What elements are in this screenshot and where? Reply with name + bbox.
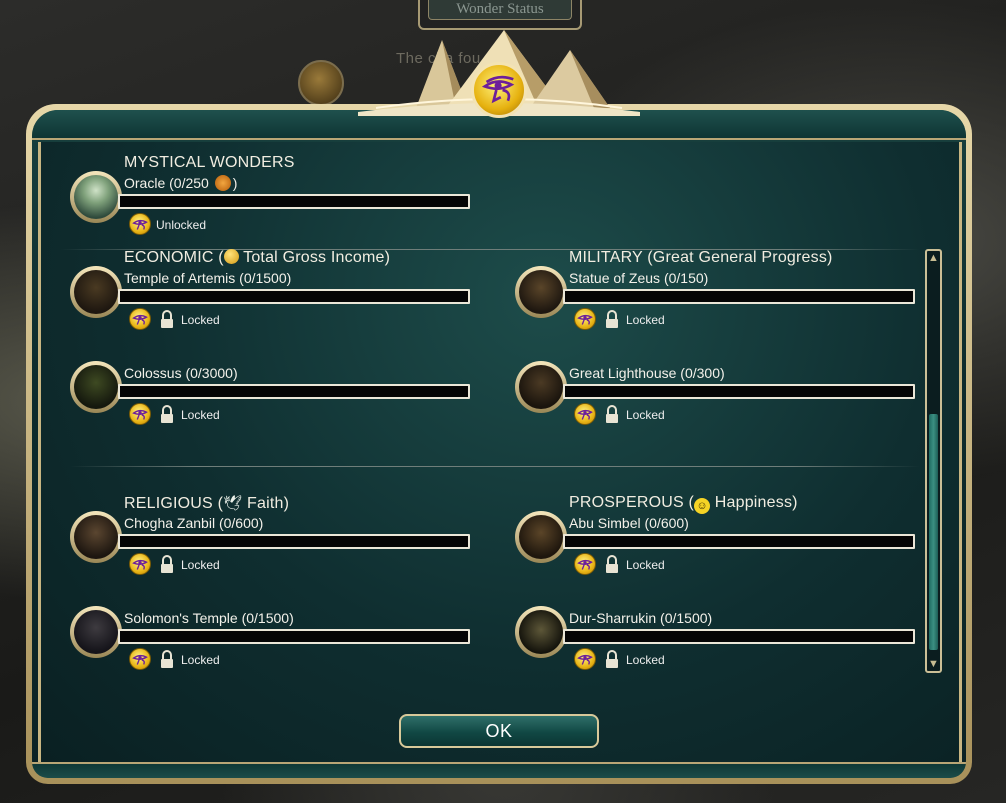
- religious-section-title: RELIGIOUS (🕊 Faith): [124, 495, 290, 512]
- dur-sharrukin-status: Locked: [626, 653, 665, 667]
- oracle-wonder-icon[interactable]: [70, 171, 122, 223]
- eye-of-horus-icon: [574, 648, 596, 670]
- colossus-progress-bar: [118, 384, 470, 399]
- eye-of-horus-icon: [129, 403, 151, 425]
- eye-of-horus-icon: [574, 553, 596, 575]
- lock-icon: [606, 310, 618, 328]
- great-lighthouse-icon[interactable]: [515, 361, 567, 413]
- eye-of-horus-icon: [574, 403, 596, 425]
- great-lighthouse-status: Locked: [626, 408, 665, 422]
- mystical-section-title: MYSTICAL WONDERS: [124, 154, 295, 171]
- dur-sharrukin-icon[interactable]: [515, 606, 567, 658]
- vertical-scrollbar[interactable]: ▲ ▼: [925, 249, 942, 673]
- statue-of-zeus-name: Statue of Zeus (0/150): [569, 270, 709, 286]
- lock-icon: [606, 555, 618, 573]
- statue-of-zeus-icon[interactable]: [515, 266, 567, 318]
- abu-simbel-status: Locked: [626, 558, 665, 572]
- statue-of-zeus-progress-bar: [563, 289, 915, 304]
- lock-icon: [606, 405, 618, 423]
- abu-simbel-icon[interactable]: [515, 511, 567, 563]
- lock-icon: [161, 310, 173, 328]
- colossus-status: Locked: [181, 408, 220, 422]
- temple-of-artemis-progress-bar: [118, 289, 470, 304]
- dialog-content: [38, 142, 962, 762]
- eye-of-horus-icon: [574, 308, 596, 330]
- lock-icon: [161, 555, 173, 573]
- dur-sharrukin-progress-bar: [563, 629, 915, 644]
- gold-coin-icon: [223, 249, 239, 264]
- lock-icon: [161, 650, 173, 668]
- solomons-temple-name: Solomon's Temple (0/1500): [124, 610, 294, 626]
- solomons-temple-icon[interactable]: [70, 606, 122, 658]
- abu-simbel-name: Abu Simbel (0/600): [569, 515, 689, 531]
- eye-of-horus-icon: [129, 308, 151, 330]
- oracle-name: Oracle (0/250 ): [124, 175, 238, 191]
- eye-of-horus-icon: [129, 648, 151, 670]
- prosperous-section-title: PROSPEROUS (☺ Happiness): [569, 494, 798, 514]
- background-leader-portrait: [298, 60, 344, 106]
- smiley-happiness-icon: ☺: [694, 498, 711, 514]
- culture-icon: [214, 175, 231, 191]
- colossus-icon[interactable]: [70, 361, 122, 413]
- temple-of-artemis-name: Temple of Artemis (0/1500): [124, 270, 292, 286]
- oracle-status: Unlocked: [156, 218, 207, 232]
- temple-of-artemis-status: Locked: [181, 313, 220, 327]
- eye-of-horus-icon: [129, 553, 151, 575]
- oracle-progress-bar: [118, 194, 470, 209]
- military-section-title: MILITARY (Great General Progress): [569, 249, 833, 266]
- chogha-zanbil-name: Chogha Zanbil (0/600): [124, 515, 264, 531]
- abu-simbel-progress-bar: [563, 534, 915, 549]
- great-lighthouse-name: Great Lighthouse (0/300): [569, 365, 725, 381]
- great-lighthouse-progress-bar: [563, 384, 915, 399]
- chogha-zanbil-icon[interactable]: [70, 511, 122, 563]
- scroll-down-button[interactable]: ▼: [927, 657, 940, 671]
- dur-sharrukin-name: Dur-Sharrukin (0/1500): [569, 610, 713, 626]
- lock-icon: [161, 405, 173, 423]
- solomons-temple-status: Locked: [181, 653, 220, 667]
- solomons-temple-progress-bar: [118, 629, 470, 644]
- eye-of-horus-icon: [471, 62, 527, 118]
- statue-of-zeus-status: Locked: [626, 313, 665, 327]
- colossus-name: Colossus (0/3000): [124, 365, 238, 381]
- lock-icon: [606, 650, 618, 668]
- chogha-zanbil-status: Locked: [181, 558, 220, 572]
- section-divider: [70, 466, 920, 467]
- scroll-thumb[interactable]: [929, 414, 938, 650]
- chogha-zanbil-progress-bar: [118, 534, 470, 549]
- temple-of-artemis-icon[interactable]: [70, 266, 122, 318]
- dove-faith-icon: 🕊: [223, 495, 243, 512]
- economic-section-title: ECONOMIC ( Total Gross Income): [124, 249, 391, 266]
- wonder-status-tab-label: Wonder Status: [428, 0, 572, 20]
- ok-button[interactable]: OK: [399, 714, 599, 748]
- scroll-up-button[interactable]: ▲: [927, 251, 940, 265]
- eye-of-horus-icon: [129, 213, 151, 235]
